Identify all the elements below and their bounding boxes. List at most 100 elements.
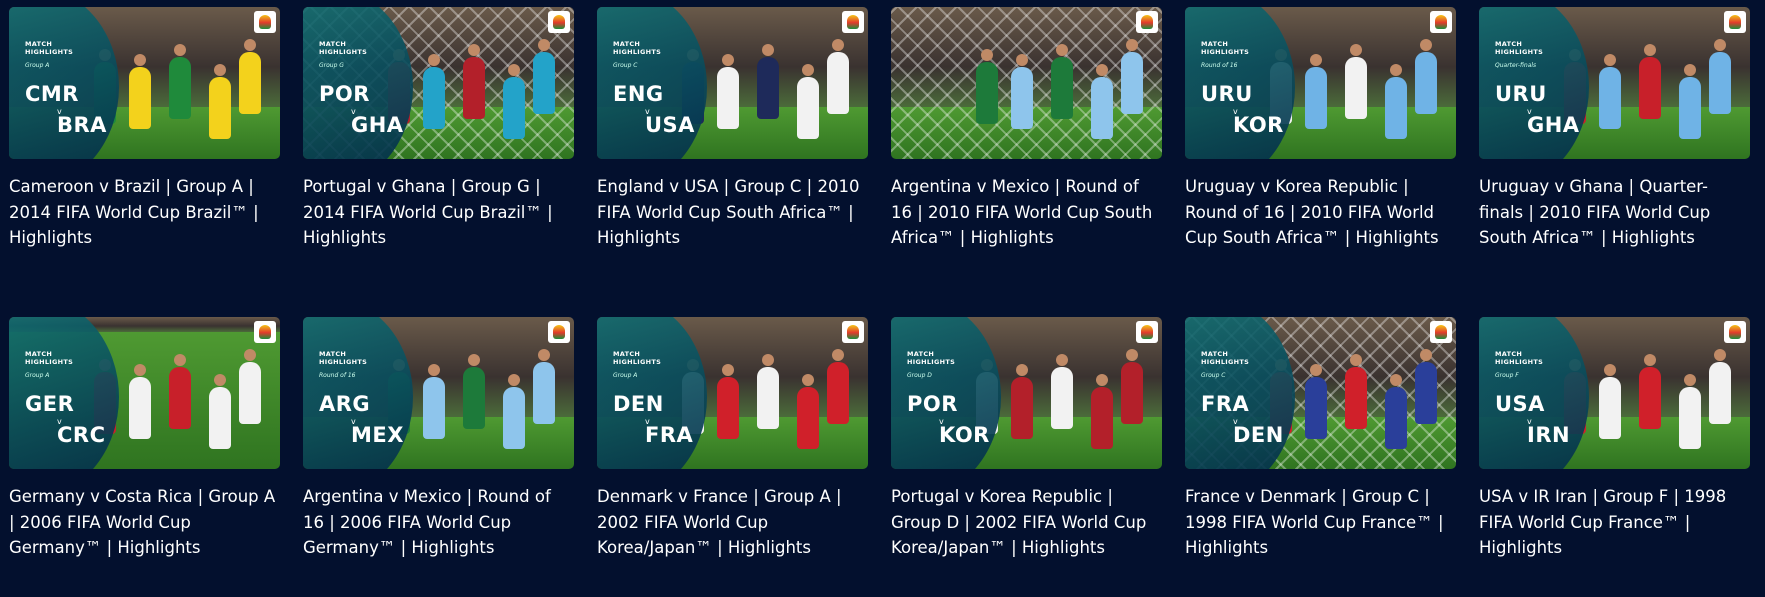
away-team-code: IRN [1527,423,1571,447]
video-card[interactable]: MATCH HIGHLIGHTS Group A CMR v BRA Cameroon v … [9,7,280,287]
home-team-code: ENG [613,82,664,106]
away-team-code: GHA [1527,113,1580,137]
video-card[interactable]: MATCH HIGHLIGHTS Group A DEN v FRA Denmark v F… [597,317,868,597]
video-card[interactable]: MATCH HIGHLIGHTS Group C ENG v USA England v U… [597,7,868,287]
video-thumbnail[interactable] [891,7,1162,159]
video-thumbnail[interactable]: MATCH HIGHLIGHTS Round of 16 URU v KOR [1185,7,1456,159]
match-highlights-label: MATCH HIGHLIGHTS [1201,350,1250,366]
video-card[interactable]: MATCH HIGHLIGHTS Round of 16 ARG v MEX Argenti… [303,317,574,597]
overlay-text: MATCH HIGHLIGHTS Group C FRA v DEN [1201,350,1311,447]
world-cup-emblem-icon [842,321,864,343]
video-grid: MATCH HIGHLIGHTS Group A CMR v BRA Cameroon v … [9,7,1750,597]
away-team-code: CRC [57,423,106,447]
home-team-code: DEN [613,392,664,416]
overlay-text: MATCH HIGHLIGHTS Group C ENG v USA [613,40,723,137]
match-highlights-label: MATCH HIGHLIGHTS [25,350,74,366]
video-title[interactable]: Portugal v Ghana | Group G | 2014 FIFA W… [303,174,574,251]
overlay-text: MATCH HIGHLIGHTS Group D POR v KOR [907,350,1017,447]
world-cup-emblem-icon [548,321,570,343]
match-highlights-label: MATCH HIGHLIGHTS [907,350,956,366]
away-team-code: BRA [57,113,107,137]
home-team-code: ARG [319,392,371,416]
video-title[interactable]: Germany v Costa Rica | Group A | 2006 FI… [9,484,280,561]
away-team-code: GHA [351,113,404,137]
video-card[interactable]: MATCH HIGHLIGHTS Quarter-finals URU v GHA Urug… [1479,7,1750,287]
world-cup-emblem-icon [1724,11,1746,33]
stage-label: Group F [1495,372,1519,379]
match-highlights-label: MATCH HIGHLIGHTS [1201,40,1250,56]
overlay-text: MATCH HIGHLIGHTS Round of 16 ARG v MEX [319,350,429,447]
video-title[interactable]: Portugal v Korea Republic | Group D | 20… [891,484,1162,561]
video-card[interactable]: MATCH HIGHLIGHTS Group F USA v IRN USA v IR Ir… [1479,317,1750,597]
match-photo [891,7,1162,159]
world-cup-emblem-icon [1136,321,1158,343]
home-team-code: CMR [25,82,79,106]
away-team-code: MEX [351,423,404,447]
overlay-text: MATCH HIGHLIGHTS Round of 16 URU v KOR [1201,40,1311,137]
video-card[interactable]: MATCH HIGHLIGHTS Group A GER v CRC Germany v C… [9,317,280,597]
stage-label: Group A [25,372,50,379]
video-thumbnail[interactable]: MATCH HIGHLIGHTS Group C FRA v DEN [1185,317,1456,469]
world-cup-emblem-icon [254,11,276,33]
match-highlights-label: MATCH HIGHLIGHTS [319,40,368,56]
home-team-code: URU [1201,82,1253,106]
video-title[interactable]: Uruguay v Korea Republic | Round of 16 |… [1185,174,1456,251]
overlay-text: MATCH HIGHLIGHTS Group G POR v GHA [319,40,429,137]
home-team-code: GER [25,392,75,416]
stage-label: Group A [613,372,638,379]
world-cup-emblem-icon [1724,321,1746,343]
stage-label: Group D [907,372,932,379]
video-title[interactable]: England v USA | Group C | 2010 FIFA Worl… [597,174,868,251]
match-highlights-label: MATCH HIGHLIGHTS [25,40,74,56]
world-cup-emblem-icon [1430,321,1452,343]
stage-label: Group A [25,62,50,69]
overlay-text: MATCH HIGHLIGHTS Group A GER v CRC [25,350,135,447]
match-highlights-label: MATCH HIGHLIGHTS [1495,350,1544,366]
video-card[interactable]: MATCH HIGHLIGHTS Round of 16 URU v KOR Uruguay… [1185,7,1456,287]
video-card[interactable]: Argentina v Mexico | Round of 16 | 2010 … [891,7,1162,287]
video-thumbnail[interactable]: MATCH HIGHLIGHTS Group C ENG v USA [597,7,868,159]
video-title[interactable]: USA v IR Iran | Group F | 1998 FIFA Worl… [1479,484,1750,561]
world-cup-emblem-icon [254,321,276,343]
match-highlights-label: MATCH HIGHLIGHTS [613,40,662,56]
video-title[interactable]: France v Denmark | Group C | 1998 FIFA W… [1185,484,1456,561]
overlay-text: MATCH HIGHLIGHTS Quarter-finals URU v GHA [1495,40,1605,137]
video-card[interactable]: MATCH HIGHLIGHTS Group D POR v KOR Portugal v … [891,317,1162,597]
match-highlights-label: MATCH HIGHLIGHTS [1495,40,1544,56]
video-thumbnail[interactable]: MATCH HIGHLIGHTS Quarter-finals URU v GHA [1479,7,1750,159]
away-team-code: DEN [1233,423,1284,447]
video-thumbnail[interactable]: MATCH HIGHLIGHTS Group G POR v GHA [303,7,574,159]
home-team-code: USA [1495,392,1545,416]
video-thumbnail[interactable]: MATCH HIGHLIGHTS Group D POR v KOR [891,317,1162,469]
world-cup-emblem-icon [1136,11,1158,33]
stage-label: Group C [613,62,638,69]
overlay-text: MATCH HIGHLIGHTS Group A DEN v FRA [613,350,723,447]
stage-label: Quarter-finals [1495,62,1537,69]
video-thumbnail[interactable]: MATCH HIGHLIGHTS Group F USA v IRN [1479,317,1750,469]
away-team-code: USA [645,113,695,137]
video-title[interactable]: Uruguay v Ghana | Quarter-finals | 2010 … [1479,174,1750,251]
stage-label: Round of 16 [1201,62,1238,69]
home-team-code: POR [907,392,958,416]
video-card[interactable]: MATCH HIGHLIGHTS Group G POR v GHA Portugal v … [303,7,574,287]
world-cup-emblem-icon [548,11,570,33]
stage-label: Group C [1201,372,1226,379]
video-card[interactable]: MATCH HIGHLIGHTS Group C FRA v DEN France v De… [1185,317,1456,597]
overlay-text: MATCH HIGHLIGHTS Group F USA v IRN [1495,350,1605,447]
video-thumbnail[interactable]: MATCH HIGHLIGHTS Round of 16 ARG v MEX [303,317,574,469]
video-title[interactable]: Denmark v France | Group A | 2002 FIFA W… [597,484,868,561]
away-team-code: KOR [939,423,990,447]
video-title[interactable]: Argentina v Mexico | Round of 16 | 2010 … [891,174,1162,251]
away-team-code: FRA [645,423,694,447]
overlay-text: MATCH HIGHLIGHTS Group A CMR v BRA [25,40,135,137]
home-team-code: POR [319,82,370,106]
video-title[interactable]: Cameroon v Brazil | Group A | 2014 FIFA … [9,174,280,251]
video-thumbnail[interactable]: MATCH HIGHLIGHTS Group A GER v CRC [9,317,280,469]
video-thumbnail[interactable]: MATCH HIGHLIGHTS Group A DEN v FRA [597,317,868,469]
match-highlights-label: MATCH HIGHLIGHTS [613,350,662,366]
home-team-code: FRA [1201,392,1250,416]
match-highlights-label: MATCH HIGHLIGHTS [319,350,368,366]
stage-label: Group G [319,62,344,69]
video-thumbnail[interactable]: MATCH HIGHLIGHTS Group A CMR v BRA [9,7,280,159]
video-title[interactable]: Argentina v Mexico | Round of 16 | 2006 … [303,484,574,561]
